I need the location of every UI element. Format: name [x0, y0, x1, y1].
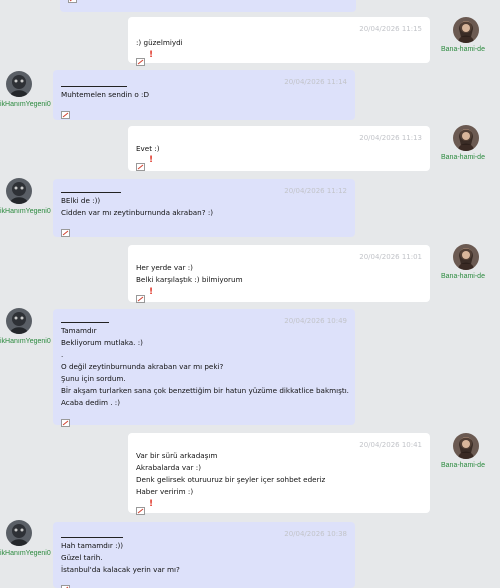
message-text: Tamamdır — [61, 326, 97, 335]
message-actions: ! — [136, 499, 153, 515]
message-text: Akrabalarda var :) — [136, 463, 202, 472]
username-me[interactable]: Bana-hami-de — [441, 154, 485, 161]
message-text: Muhtemelen sendin o :D — [61, 90, 149, 99]
username-them[interactable]: ikHanımYegeni0 — [0, 101, 51, 108]
username-them[interactable]: ikHanımYegeni0 — [0, 550, 51, 557]
message-actions — [61, 577, 70, 588]
message-text: Şunu için sordum. — [61, 374, 126, 383]
message-text: Bİr akşam turlarken sana çok benzettiğim… — [61, 386, 349, 395]
report-flag-icon[interactable]: ! — [149, 499, 153, 509]
message-text: BElki de :)) — [61, 196, 101, 205]
username-them[interactable]: ikHanımYegeni0 — [0, 338, 51, 345]
message-timestamp: 20/04/2026 11:14 — [284, 78, 347, 86]
avatar-icon[interactable] — [6, 520, 32, 546]
message-timestamp: 20/04/2026 11:13 — [359, 134, 422, 142]
message-bubble-outgoing: 20/04/2026 11:13 Evet :) ! — [128, 126, 430, 171]
edit-icon[interactable] — [61, 222, 70, 237]
report-flag-icon[interactable]: ! — [149, 50, 153, 60]
edit-icon[interactable] — [136, 51, 145, 66]
message-text: Bekliyorum mutlaka. :) — [61, 338, 143, 347]
message-bubble-outgoing: 20/04/2026 11:01 Her yerde var :) Belki … — [128, 245, 430, 303]
message-actions: ! — [136, 155, 153, 171]
edit-icon[interactable] — [136, 156, 145, 171]
username-them[interactable]: ikHanımYegeni0 — [0, 208, 51, 215]
message-text: . — [61, 350, 64, 359]
avatar-icon[interactable] — [453, 433, 479, 459]
message-text: Cidden var mı zeytinburnunda akraban? :) — [61, 208, 214, 217]
quote-divider — [61, 537, 123, 538]
message-text: :) güzelmiydi — [136, 38, 183, 47]
avatar-icon[interactable] — [453, 17, 479, 43]
report-flag-icon[interactable]: ! — [149, 155, 153, 165]
report-flag-icon[interactable]: ! — [149, 287, 153, 297]
username-me[interactable]: Bana-hami-de — [441, 462, 485, 469]
message-text: Haber veririm :) — [136, 487, 194, 496]
edit-icon[interactable] — [136, 500, 145, 515]
avatar-icon[interactable] — [6, 178, 32, 204]
username-me[interactable]: Bana-hami-de — [441, 46, 485, 53]
edit-icon[interactable] — [136, 288, 145, 303]
quote-divider — [61, 322, 109, 323]
message-timestamp: 20/04/2026 11:12 — [284, 187, 347, 195]
message-bubble-incoming: 20/04/2026 11:14 Muhtemelen sendin o :D — [53, 70, 355, 120]
edit-icon[interactable] — [61, 578, 70, 588]
message-timestamp: 20/04/2026 10:41 — [359, 441, 422, 449]
message-text: Hah tamamdır :)) — [61, 541, 124, 550]
message-bubble-outgoing: 20/04/2026 11:15 :) güzelmiydi ! — [128, 17, 430, 66]
message-text: Evet :) — [136, 144, 160, 153]
quote-divider — [61, 192, 121, 193]
avatar-icon[interactable] — [6, 308, 32, 334]
message-timestamp: 20/04/2026 11:01 — [359, 253, 422, 261]
message-bubble-incoming: 20/04/2026 11:12 BElki de :)) Cidden var… — [53, 179, 355, 237]
avatar-icon[interactable] — [6, 71, 32, 97]
message-actions — [61, 411, 70, 427]
edit-icon[interactable] — [61, 412, 70, 427]
message-actions: ! — [136, 287, 153, 303]
message-actions — [61, 103, 70, 119]
message-text: O değil zeytinburnunda akraban var mı pe… — [61, 362, 224, 371]
chat-thread: 20/04/2026 11:15 :) güzelmiydi ! Bana-ha… — [0, 0, 500, 588]
message-timestamp: 20/04/2026 10:49 — [284, 317, 347, 325]
message-bubble-outgoing: 20/04/2026 10:41 Var bir sürü arkadaşım … — [128, 433, 430, 515]
message-text: Belki karşılaştık :) bilmiyorum — [136, 275, 243, 284]
username-me[interactable]: Bana-hami-de — [441, 273, 485, 280]
message-bubble-incoming: 20/04/2026 10:49 Tamamdır Bekliyorum mut… — [53, 309, 355, 427]
message-actions: ! — [136, 50, 153, 66]
message-text: Denk gelirsek oturuuruz bir şeyler içer … — [136, 475, 326, 484]
message-actions — [61, 221, 70, 237]
edit-icon[interactable] — [61, 104, 70, 119]
message-text: İstanbul'da kalacak yerin var mı? — [61, 565, 180, 574]
message-text: Güzel tarih. — [61, 553, 103, 562]
message-timestamp: 20/04/2026 10:38 — [284, 530, 347, 538]
message-bubble-incoming: 20/04/2026 10:38 Hah tamamdır :)) Güzel … — [53, 522, 355, 588]
message-text: Var bir sürü arkadaşım — [136, 451, 218, 460]
message-bubble-partial — [60, 0, 356, 12]
message-text: Acaba dedim . :) — [61, 398, 121, 407]
message-text: Her yerde var :) — [136, 263, 193, 272]
avatar-icon[interactable] — [453, 244, 479, 270]
avatar-icon[interactable] — [453, 125, 479, 151]
quote-divider — [61, 86, 127, 87]
message-timestamp: 20/04/2026 11:15 — [359, 25, 422, 33]
